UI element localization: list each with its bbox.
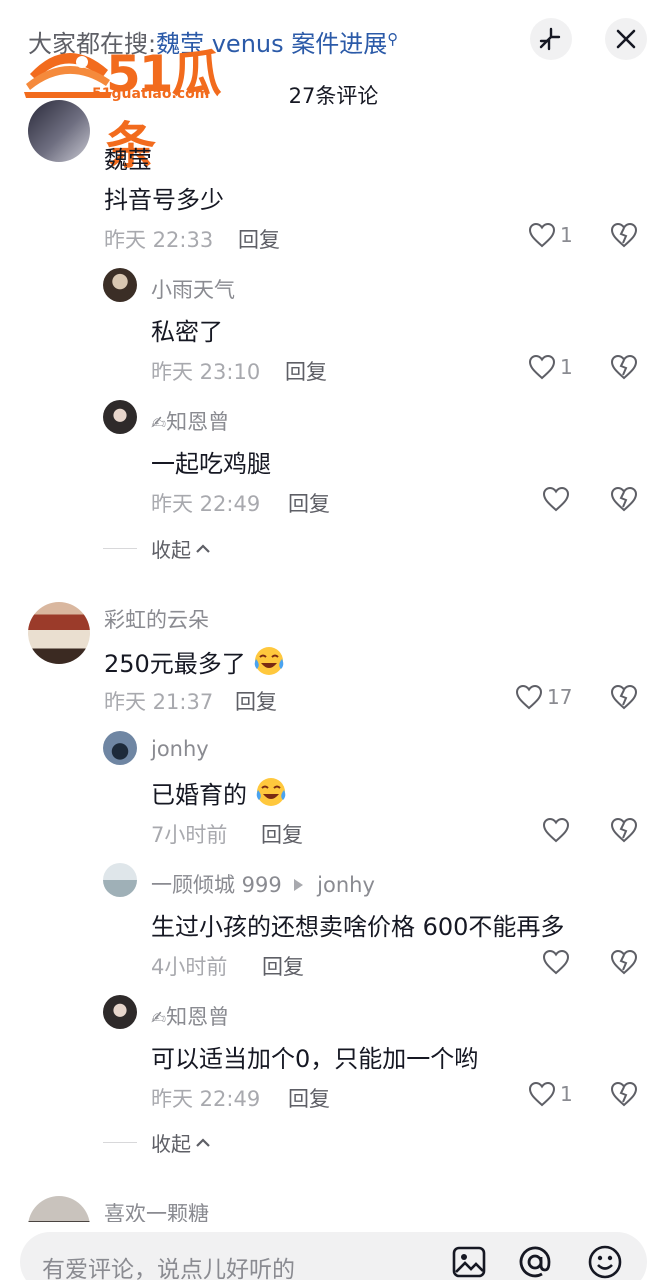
avatar[interactable] <box>103 731 137 765</box>
comment-input[interactable]: 有爱评论，说点儿好听的 <box>20 1232 647 1280</box>
reply-text: 可以适当加个0，只能加一个哟 <box>151 1045 479 1073</box>
avatar[interactable] <box>103 863 137 897</box>
reply-button[interactable]: 回复 <box>285 356 327 386</box>
reply-to-user[interactable]: jonhy <box>317 873 375 897</box>
broken-heart-icon <box>610 222 638 248</box>
like-button[interactable]: 1 <box>528 354 573 380</box>
laugh-cry-emoji-icon <box>255 647 284 675</box>
broken-heart-icon <box>610 354 638 380</box>
like-count: 1 <box>560 355 573 379</box>
chevron-up-icon <box>196 1137 210 1147</box>
divider <box>103 548 137 549</box>
heart-icon <box>542 486 570 512</box>
like-button[interactable] <box>542 486 570 512</box>
reply-button[interactable]: 回复 <box>235 686 277 716</box>
broken-heart-icon <box>610 949 638 975</box>
close-icon <box>616 29 636 49</box>
reply-time: 4小时前 <box>151 955 228 979</box>
dislike-button[interactable] <box>610 949 638 979</box>
heart-icon <box>528 222 556 248</box>
comment-text: 250元最多了 <box>104 650 246 678</box>
shrink-icon <box>539 27 561 51</box>
avatar[interactable] <box>103 400 137 434</box>
heart-icon <box>542 817 570 843</box>
collapse-replies-button[interactable]: 收起 <box>103 534 211 563</box>
reply-author[interactable]: 知恩曾 <box>166 410 229 434</box>
comment-author[interactable]: 魏莹 <box>104 140 152 175</box>
reply-button[interactable]: 回复 <box>261 819 303 849</box>
comment-input-placeholder: 有爱评论，说点儿好听的 <box>42 1257 295 1280</box>
dislike-button[interactable] <box>610 222 638 252</box>
reply-button[interactable]: 回复 <box>288 1083 330 1113</box>
avatar[interactable] <box>103 995 137 1029</box>
user-badge-icon: ✍ <box>151 413 167 434</box>
dislike-button[interactable] <box>610 486 638 516</box>
search-icon: ⚲ <box>387 30 399 48</box>
reply-button[interactable]: 回复 <box>288 488 330 518</box>
reply-text-row: 已婚育的 <box>151 775 287 810</box>
reply-time: 昨天 22:49 <box>151 492 261 516</box>
reply-arrow-icon <box>294 879 304 891</box>
reply-button[interactable]: 回复 <box>262 951 304 981</box>
reply-button[interactable]: 回复 <box>238 224 280 254</box>
dislike-button[interactable] <box>610 817 638 847</box>
user-badge-icon: ✍ <box>151 1008 167 1029</box>
close-button[interactable] <box>605 18 647 60</box>
reply-text: 私密了 <box>151 318 223 346</box>
avatar[interactable] <box>103 268 137 302</box>
reply-author[interactable]: jonhy <box>151 737 209 761</box>
collapse-button[interactable] <box>530 18 572 60</box>
dislike-button[interactable] <box>610 1081 638 1111</box>
heart-icon <box>515 684 543 710</box>
heart-icon <box>542 949 570 975</box>
heart-icon <box>528 354 556 380</box>
laugh-cry-emoji-icon <box>256 778 285 806</box>
reply-author[interactable]: 知恩曾 <box>166 1005 229 1029</box>
image-icon[interactable] <box>452 1246 486 1278</box>
like-count: 1 <box>560 223 573 247</box>
avatar[interactable] <box>28 100 90 162</box>
reply-time: 7小时前 <box>151 823 228 847</box>
emoji-icon[interactable] <box>588 1245 622 1279</box>
reply-author-row[interactable]: ✍知恩曾 <box>151 1001 229 1031</box>
comment-time: 昨天 22:33 <box>104 228 214 252</box>
broken-heart-icon <box>610 684 638 710</box>
mention-icon[interactable] <box>518 1245 552 1279</box>
reply-author[interactable]: 一顾倾城 999 <box>151 873 282 897</box>
chevron-up-icon <box>196 543 210 553</box>
comment-text-row: 250元最多了 <box>104 644 285 679</box>
like-button[interactable] <box>542 949 570 975</box>
like-button[interactable] <box>542 817 570 843</box>
dislike-button[interactable] <box>610 684 638 714</box>
like-count: 17 <box>547 685 573 709</box>
broken-heart-icon <box>610 817 638 843</box>
comment-input-bar: 有爱评论，说点儿好听的 <box>0 1222 667 1280</box>
reply-time: 昨天 22:49 <box>151 1087 261 1111</box>
reply-text: 一起吃鸡腿 <box>151 450 271 478</box>
reply-author[interactable]: 小雨天气 <box>151 274 235 304</box>
like-button[interactable]: 1 <box>528 222 573 248</box>
reply-author-row[interactable]: 一顾倾城 999 jonhy <box>151 869 375 899</box>
collapse-replies-button[interactable]: 收起 <box>103 1128 211 1157</box>
like-button[interactable]: 17 <box>515 684 572 710</box>
comment-time: 昨天 21:37 <box>104 690 214 714</box>
comment-text: 抖音号多少 <box>104 186 224 214</box>
dislike-button[interactable] <box>610 354 638 384</box>
like-button[interactable]: 1 <box>528 1081 573 1107</box>
comment-author[interactable]: 彩虹的云朵 <box>104 604 209 634</box>
divider <box>103 1142 137 1143</box>
reply-author-row[interactable]: ✍知恩曾 <box>151 406 229 436</box>
broken-heart-icon <box>610 486 638 512</box>
comment-count: 27条评论 <box>288 84 379 108</box>
collapse-label: 收起 <box>151 1132 191 1156</box>
comments-header: 大家都在搜:魏莹 venus 案件进展⚲ 51瓜条 51guatiao.com … <box>0 0 667 175</box>
like-count: 1 <box>560 1082 573 1106</box>
reply-text: 已婚育的 <box>151 781 247 809</box>
avatar[interactable] <box>28 602 90 664</box>
broken-heart-icon <box>610 1081 638 1107</box>
reply-text: 生过小孩的还想卖啥价格 600不能再多 <box>151 913 565 941</box>
collapse-label: 收起 <box>151 538 191 562</box>
reply-time: 昨天 23:10 <box>151 360 261 384</box>
heart-icon <box>528 1081 556 1107</box>
